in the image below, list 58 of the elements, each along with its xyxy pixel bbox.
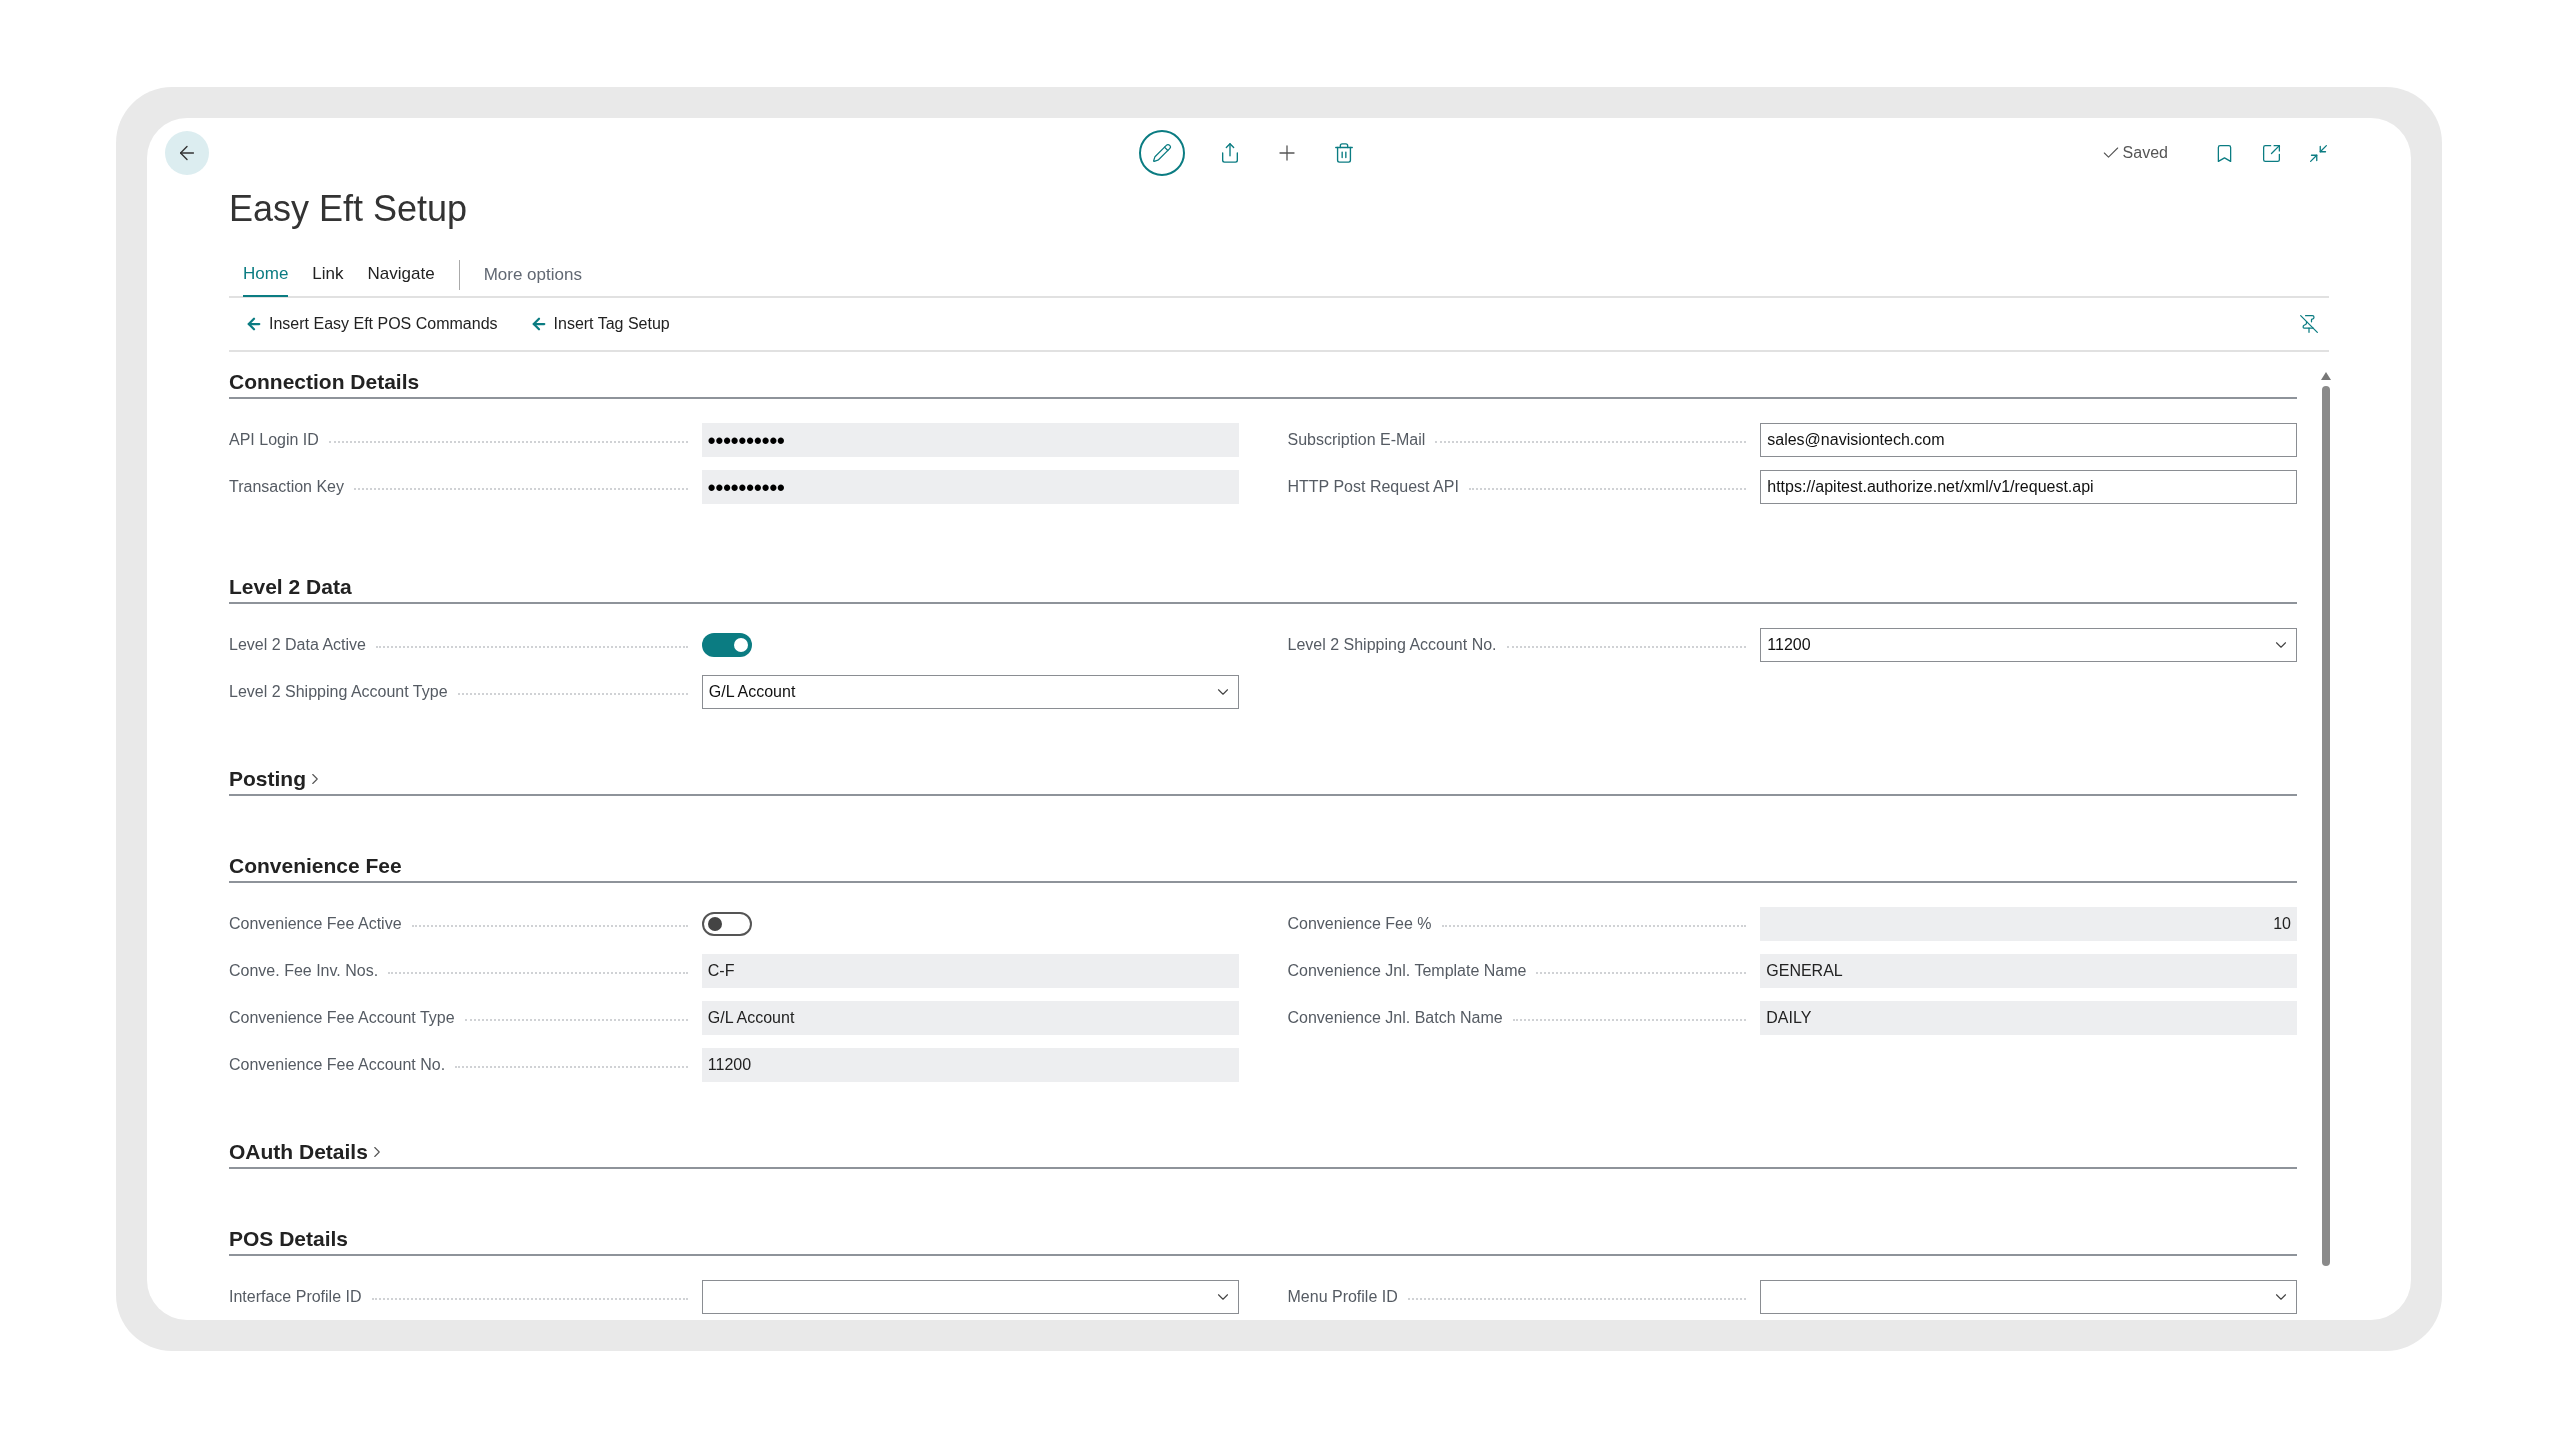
field-label: Convenience Fee Active [229,914,402,934]
field-label: Conve. Fee Inv. Nos. [229,961,379,981]
field-label: API Login ID [229,430,319,450]
page-title: Easy Eft Setup [229,188,469,230]
text-field[interactable]: https://apitest.authorize.net/xml/v1/request.api [1760,470,2297,504]
more-options-tab[interactable]: More options [483,262,582,288]
section-title[interactable]: OAuth Details [229,1136,368,1168]
toggle-switch[interactable] [701,912,752,936]
password-field[interactable]: •••••••••• [701,423,1239,457]
dropdown-field[interactable] [701,1280,1239,1314]
read-only-field: GENERAL [1760,954,2297,988]
section-title[interactable]: Level 2 Data [229,571,352,603]
read-only-field: G/L Account [701,1001,1239,1035]
field-label: Convenience Jnl. Batch Name [1287,1008,1503,1028]
field-label: Level 2 Shipping Account Type [229,682,448,702]
section-title[interactable]: Connection Details [229,366,420,398]
action-button[interactable]: Insert Easy Eft POS Commands [245,312,498,336]
edit-button[interactable] [1139,130,1185,176]
field-label: Convenience Fee Account Type [229,1008,455,1028]
share-icon[interactable] [1219,142,1241,164]
field-label: Transaction Key [229,477,344,497]
field-label: Convenience Jnl. Template Name [1287,961,1527,981]
dropdown-value: 11200 [1767,635,1811,655]
tab[interactable]: Link [312,253,344,297]
section-title[interactable]: Posting [229,763,306,795]
field-label: Convenience Fee Account No. [229,1055,446,1075]
dropdown-field[interactable]: G/L Account [701,675,1239,709]
read-only-field: C-F [701,954,1239,988]
dropdown-field[interactable] [1760,1280,2297,1314]
saved-status: Saved [2122,143,2168,163]
toggle-switch[interactable] [701,633,752,657]
tab[interactable]: Home [243,253,289,297]
field-label: Interface Profile ID [229,1287,362,1307]
field-label: Subscription E-Mail [1287,430,1426,450]
field-label: HTTP Post Request API [1287,477,1459,497]
pencil-icon [1152,143,1172,163]
dropdown-value: G/L Account [708,682,796,702]
section-title[interactable]: Convenience Fee [229,850,402,882]
action-button[interactable]: Insert Tag Setup [529,312,670,336]
text-field[interactable]: sales@navisiontech.com [1760,423,2297,457]
section-title[interactable]: POS Details [229,1223,349,1255]
read-only-field: 11200 [701,1048,1239,1082]
field-label: Convenience Fee % [1287,914,1432,934]
open-new-window-icon[interactable] [2261,142,2282,164]
collapse-icon[interactable] [2308,142,2329,164]
read-only-field: 10 [1760,907,2297,941]
tab[interactable]: Navigate [367,253,435,297]
field-label: Menu Profile ID [1287,1287,1398,1307]
dropdown-field[interactable]: 11200 [1760,628,2297,662]
password-field[interactable]: •••••••••• [701,470,1239,504]
scrollbar-thumb[interactable] [2322,386,2330,1266]
scroll-up-arrow-icon[interactable] [2321,372,2331,380]
pin-off-icon[interactable] [2299,314,2319,334]
field-label: Level 2 Shipping Account No. [1287,635,1497,655]
field-label: Level 2 Data Active [229,635,366,655]
trash-icon[interactable] [1333,142,1355,164]
read-only-field: DAILY [1760,1001,2297,1035]
back-button[interactable] [165,131,209,175]
